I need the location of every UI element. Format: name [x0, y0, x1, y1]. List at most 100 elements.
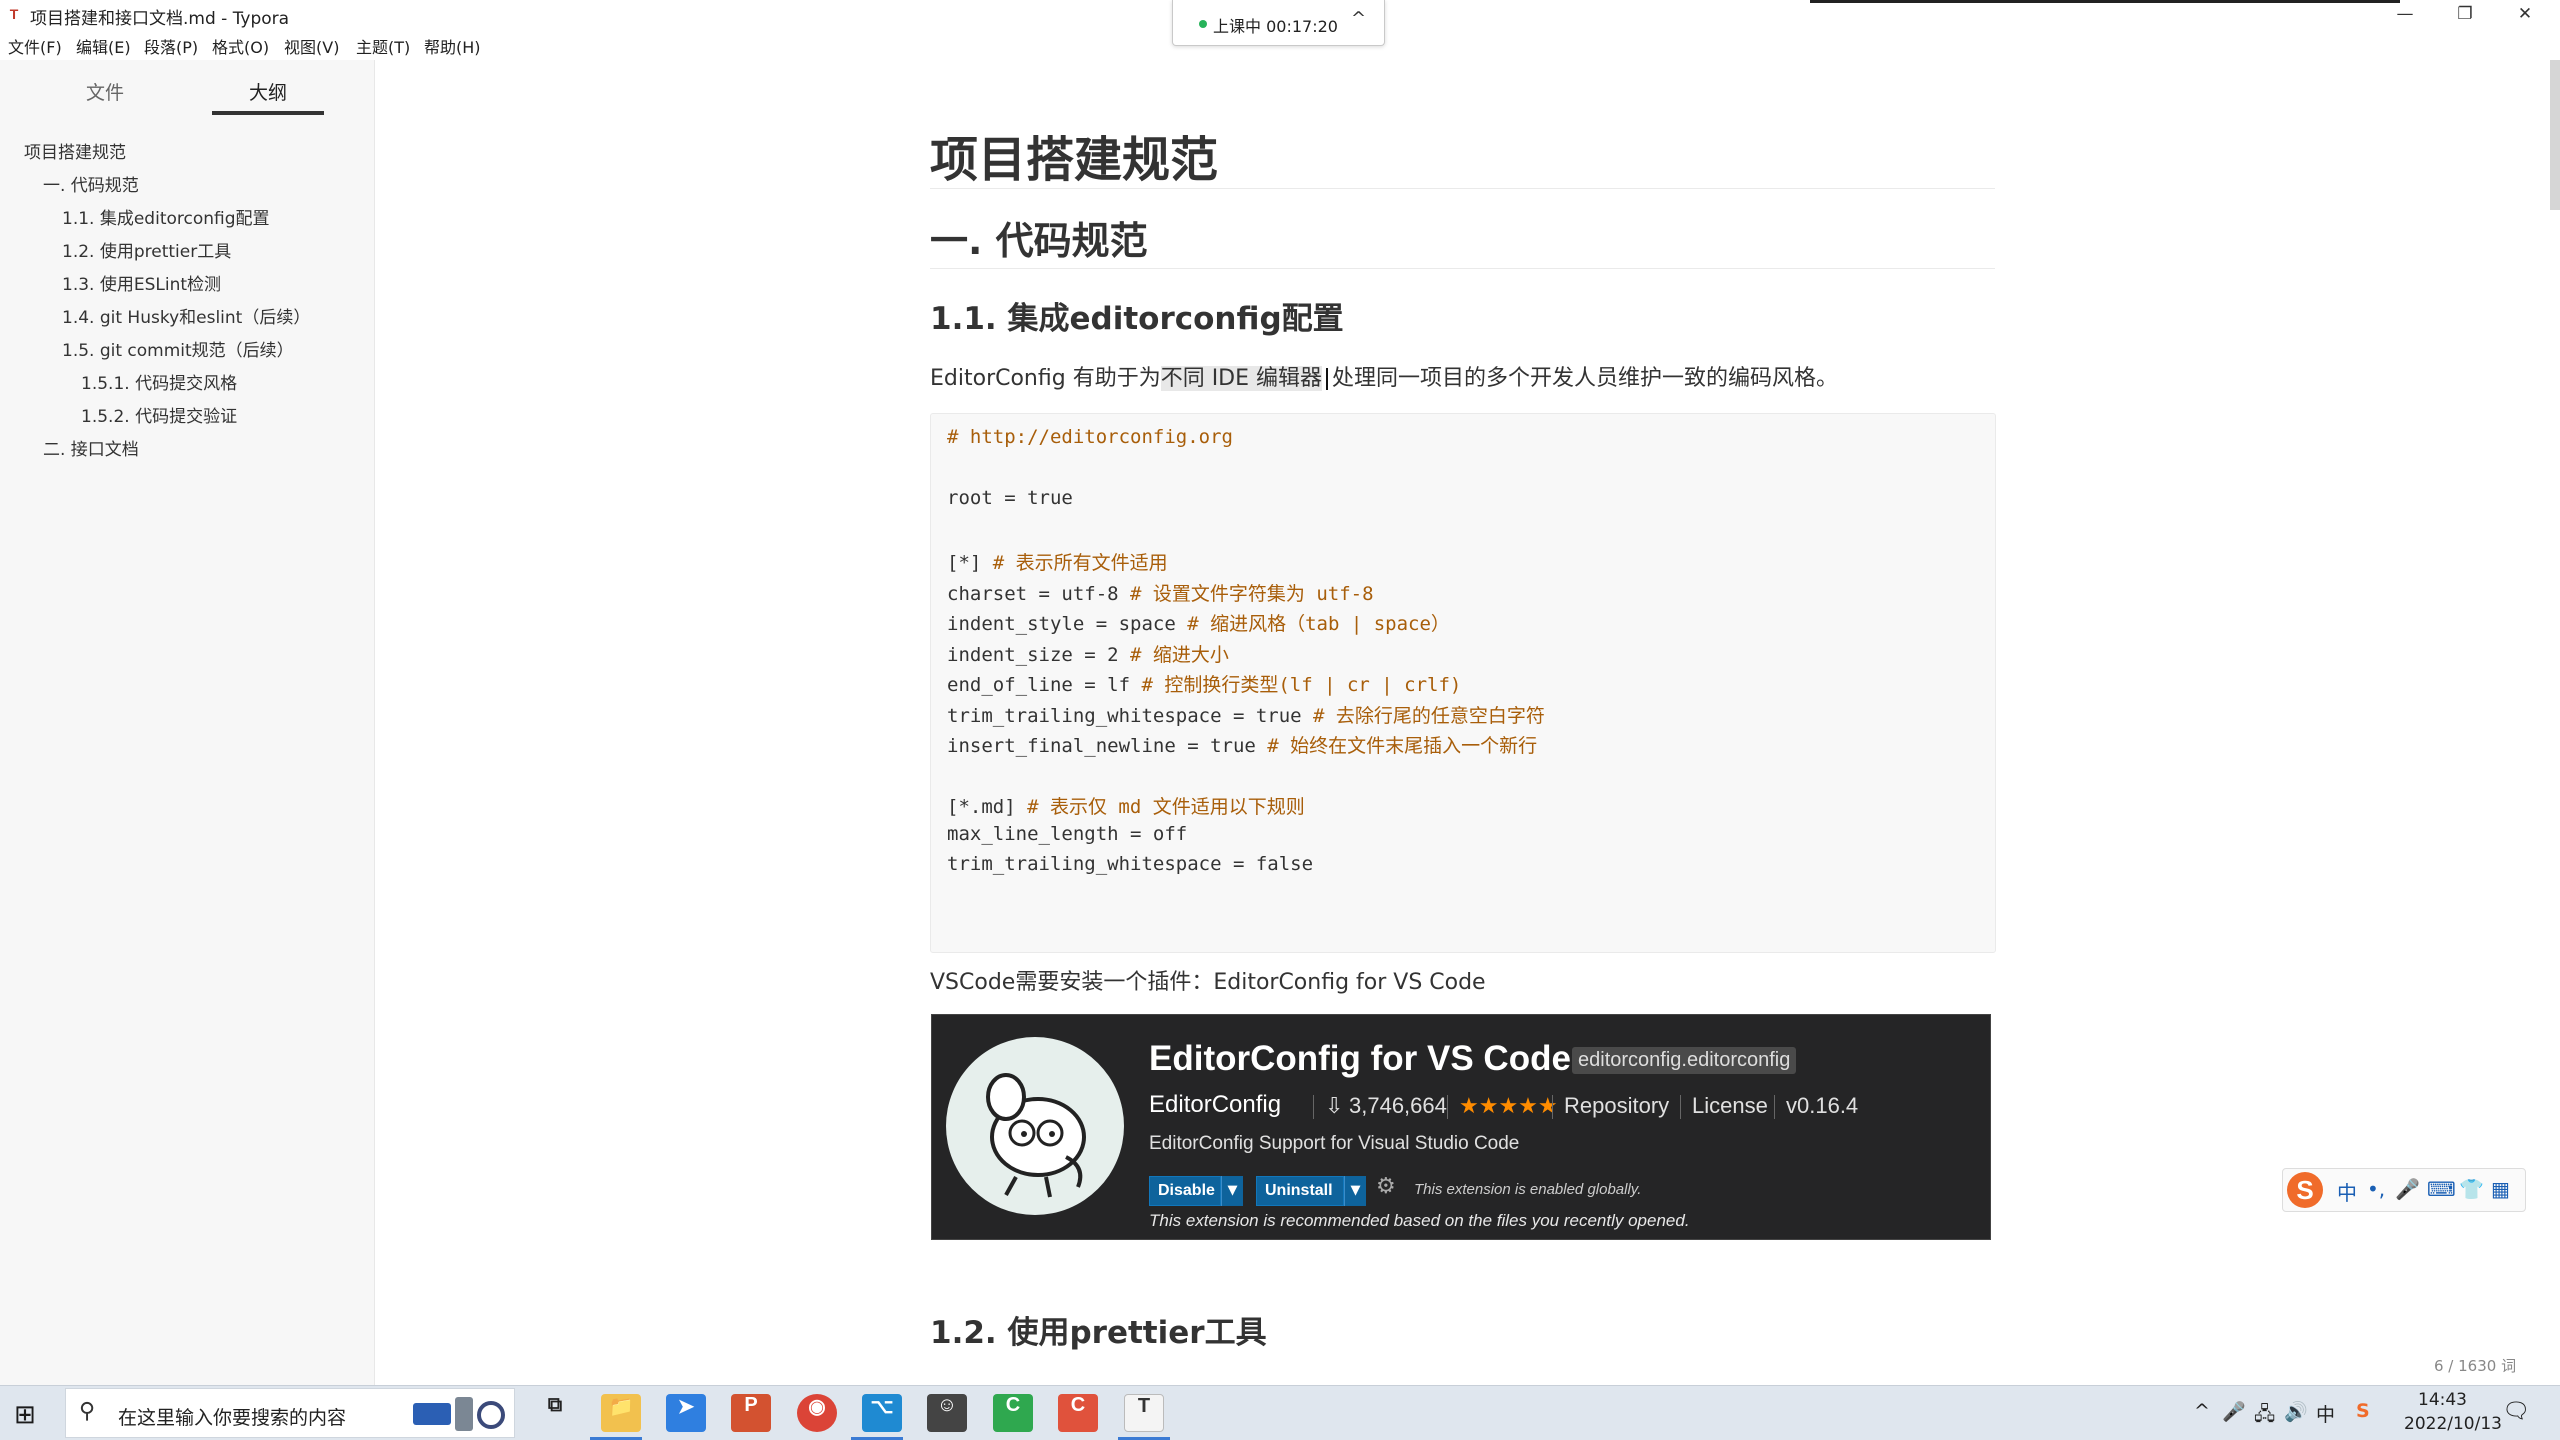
editor-content[interactable]: 项目搭建规范 一. 代码规范 1.1. 集成editorconfig配置 Edi… — [376, 60, 2552, 1385]
menu-help[interactable]: 帮助(H) — [424, 34, 481, 58]
heading-1: 项目搭建规范 — [930, 132, 1219, 188]
outline-item-code-spec[interactable]: 一. 代码规范 — [43, 171, 139, 196]
outline-item-prettier[interactable]: 1.2. 使用prettier工具 — [62, 237, 231, 262]
tab-outline[interactable]: 大纲 — [249, 78, 287, 105]
intro-text-before: EditorConfig 有助于为 — [930, 366, 1161, 391]
taskbar-search[interactable]: ⚲ 在这里输入你要搜索的内容 — [65, 1388, 515, 1438]
notification-center-icon[interactable]: 🗨 — [2502, 1399, 2530, 1424]
outline-item-husky[interactable]: 1.4. git Husky和eslint（后续） — [62, 303, 310, 328]
intro-paragraph: EditorConfig 有助于为不同 IDE 编辑器 处理同一项目的多个开发人员… — [930, 360, 1838, 392]
extension-publisher: EditorConfig — [1149, 1091, 1282, 1118]
taskbar: ⊞ ⚲ 在这里输入你要搜索的内容 ⧉ 📁 ➤ P ◉ ⌥ ☺ C C T ^ 🎤… — [0, 1385, 2560, 1440]
ime-chinese-mode[interactable]: 中 — [2337, 1177, 2357, 1206]
microphone-icon[interactable]: 🎤 — [2222, 1400, 2246, 1423]
file-explorer-icon[interactable]: 📁 — [601, 1394, 641, 1432]
outline-item-api-doc[interactable]: 二. 接口文档 — [43, 435, 139, 460]
volume-icon[interactable]: 🔊 — [2284, 1400, 2308, 1423]
windows-start-icon[interactable]: ⊞ — [14, 1400, 36, 1430]
sogou-tray-icon[interactable]: S — [2356, 1400, 2370, 1422]
ime-skin-icon[interactable]: 👕 — [2459, 1177, 2484, 1201]
typora-icon[interactable]: T — [1124, 1394, 1164, 1432]
intro-text-after: 处理同一项目的多个开发人员维护一致的编码风格。 — [1332, 366, 1839, 391]
scrollbar-thumb[interactable] — [2550, 60, 2560, 210]
extension-enabled-note: This extension is enabled globally. — [1414, 1181, 1642, 1198]
recording-status: 上课中 00:17:20 — [1213, 17, 1338, 36]
meta-divider — [1680, 1095, 1681, 1119]
uninstall-button: Uninstall — [1256, 1176, 1344, 1206]
code-line: end_of_line = lf # 控制换行类型(lf | cr | crlf… — [947, 674, 1462, 696]
avatar-app-icon[interactable]: ☺ — [927, 1394, 967, 1432]
heading-3-prettier: 1.2. 使用prettier工具 — [930, 1315, 1267, 1351]
extension-card-image: EditorConfig for VS Code editorconfig.ed… — [931, 1014, 1991, 1240]
sogou-logo-icon[interactable]: S — [2287, 1172, 2323, 1208]
extension-name: EditorConfig for VS Code — [1149, 1039, 1571, 1078]
outline-item-eslint[interactable]: 1.3. 使用ESLint检测 — [62, 270, 221, 295]
feishu-icon[interactable]: ➤ — [666, 1394, 706, 1432]
menu-theme[interactable]: 主题(T) — [356, 34, 410, 58]
ime-punctuation-icon[interactable]: •, — [2367, 1177, 2385, 1201]
extension-version: v0.16.4 — [1786, 1093, 1859, 1118]
show-hidden-icons-icon[interactable]: ^ — [2194, 1400, 2210, 1422]
input-language-icon[interactable]: 中 — [2316, 1400, 2335, 1427]
recording-dot-icon — [1199, 20, 1207, 28]
tab-files[interactable]: 文件 — [86, 78, 124, 105]
heading-2: 一. 代码规范 — [930, 219, 1148, 263]
meta-divider — [1774, 1095, 1775, 1119]
network-icon[interactable]: 🖧 — [2254, 1400, 2275, 1432]
sidebar-footer: < </> — [0, 1350, 462, 1385]
restore-button[interactable]: ❐ — [2435, 0, 2495, 30]
extension-id-badge: editorconfig.editorconfig — [1572, 1047, 1797, 1074]
extension-description: EditorConfig Support for Visual Studio C… — [1149, 1133, 1520, 1154]
vscode-note: VSCode需要安装一个插件：EditorConfig for VS Code — [930, 970, 1486, 995]
outline-item-commit-verify[interactable]: 1.5.2. 代码提交验证 — [81, 402, 237, 427]
ime-toolbar[interactable]: S 中 •, 🎤 ⌨ 👕 ▦ — [2282, 1168, 2526, 1212]
heading-3-editorconfig: 1.1. 集成editorconfig配置 — [930, 301, 1344, 337]
outline-item-commit-style[interactable]: 1.5.1. 代码提交风格 — [81, 369, 237, 394]
h1-rule — [930, 188, 1995, 189]
chevron-up-icon[interactable]: ^ — [1351, 8, 1366, 29]
text-cursor-icon — [1326, 368, 1329, 390]
editorconfig-mouse-logo — [946, 1037, 1124, 1215]
cloud-download-icon: ⇩ — [1325, 1093, 1344, 1118]
code-line: indent_size = 2 # 缩进大小 — [947, 644, 1229, 666]
ime-toolbox-icon[interactable]: ▦ — [2491, 1177, 2510, 1201]
search-placeholder: 在这里输入你要搜索的内容 — [118, 1407, 347, 1429]
recording-indicator[interactable]: 上课中 00:17:20 ^ — [1172, 0, 1385, 46]
menu-paragraph[interactable]: 段落(P) — [144, 34, 198, 58]
sidebar: 文件 大纲 项目搭建规范 一. 代码规范 1.1. 集成editorconfig… — [0, 60, 462, 1385]
license-link: License — [1692, 1093, 1768, 1118]
chevron-down-icon: ▼ — [1221, 1176, 1243, 1206]
disable-button: Disable — [1149, 1176, 1221, 1206]
red-app-icon[interactable]: C — [1058, 1394, 1098, 1432]
menu-edit[interactable]: 编辑(E) — [76, 34, 131, 58]
clock-date[interactable]: 2022/10/13 — [2404, 1414, 2502, 1434]
code-line: # http://editorconfig.org — [947, 426, 1233, 448]
menu-format[interactable]: 格式(O) — [212, 34, 269, 58]
menu-view[interactable]: 视图(V) — [284, 34, 339, 58]
ime-microphone-icon[interactable]: 🎤 — [2395, 1177, 2420, 1201]
search-icon: ⚲ — [79, 1399, 96, 1424]
green-app-icon[interactable]: C — [993, 1394, 1033, 1432]
clock-time[interactable]: 14:43 — [2418, 1390, 2467, 1410]
ime-keyboard-icon[interactable]: ⌨ — [2427, 1177, 2456, 1201]
gear-icon: ⚙ — [1376, 1174, 1396, 1199]
menu-file[interactable]: 文件(F) — [8, 34, 62, 58]
task-view-icon[interactable]: ⧉ — [535, 1394, 575, 1432]
meta-divider — [1447, 1095, 1448, 1119]
search-highlight-illustration-icon — [413, 1397, 505, 1431]
outline-item-git-commit[interactable]: 1.5. git commit规范（后续） — [62, 336, 294, 361]
chrome-icon[interactable]: ◉ — [797, 1394, 837, 1432]
extension-recommended-note: This extension is recommended based on t… — [1149, 1211, 1690, 1230]
word-count[interactable]: 6 / 1630 词 — [2434, 1355, 2516, 1376]
extension-installs: 3,746,664 — [1349, 1093, 1447, 1118]
code-line: trim_trailing_whitespace = true # 去除行尾的任… — [947, 705, 1545, 727]
intro-text-highlight: 不同 IDE 编辑器 — [1160, 366, 1323, 391]
vscode-icon[interactable]: ⌥ — [862, 1394, 902, 1432]
minimize-button[interactable]: — — [2375, 0, 2435, 30]
powerpoint-icon[interactable]: P — [731, 1394, 771, 1432]
outline-item-editorconfig[interactable]: 1.1. 集成editorconfig配置 — [62, 204, 270, 229]
active-tab-indicator — [212, 111, 324, 115]
close-button[interactable]: ✕ — [2495, 0, 2555, 30]
outline-item-project-spec[interactable]: 项目搭建规范 — [24, 138, 126, 163]
code-block[interactable]: # http://editorconfig.org root = true [*… — [930, 413, 1996, 953]
